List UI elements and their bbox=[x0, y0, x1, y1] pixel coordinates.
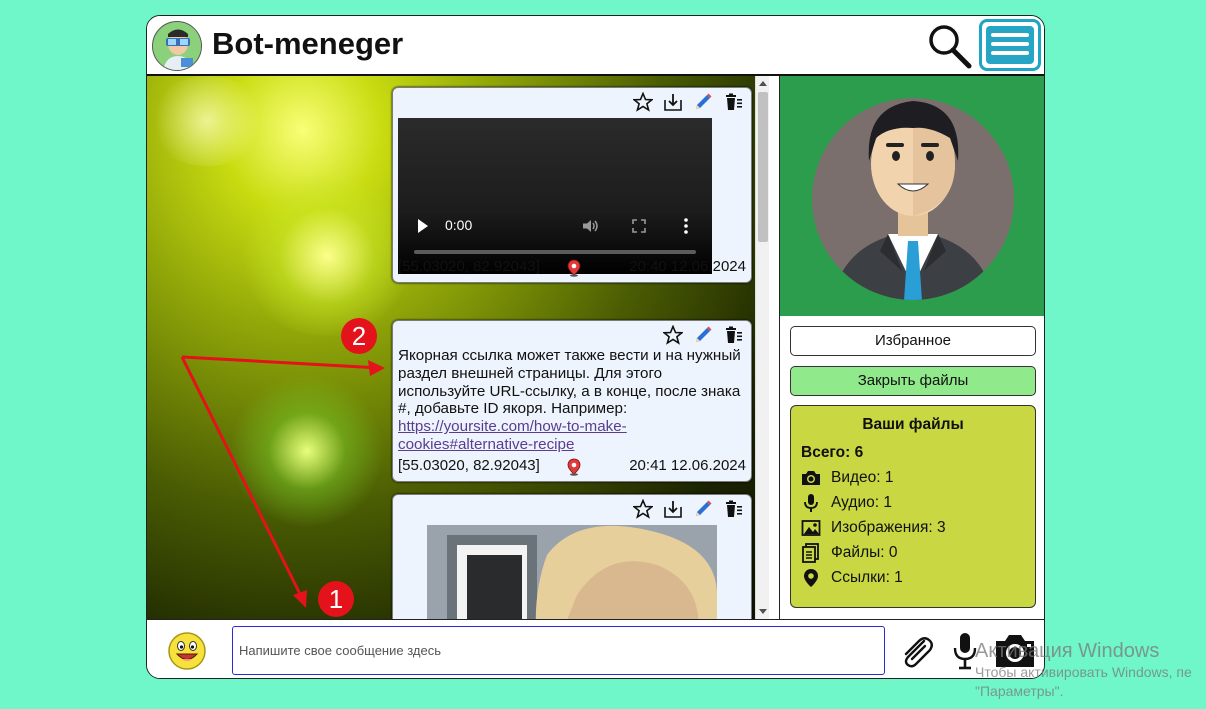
annotation-number-1: 1 bbox=[318, 581, 354, 617]
star-icon[interactable] bbox=[632, 91, 654, 112]
hamburger-menu-icon[interactable] bbox=[979, 19, 1041, 71]
files-title: Ваши файлы bbox=[862, 416, 964, 433]
message-timestamp: 20:41 12.06.2024 bbox=[629, 457, 746, 474]
video-progress-bar[interactable] bbox=[414, 250, 696, 254]
scroll-down-arrow-icon[interactable] bbox=[759, 609, 767, 614]
message-toolbar bbox=[632, 498, 743, 519]
annotation-number-2: 2 bbox=[341, 318, 377, 354]
pencil-icon[interactable] bbox=[693, 92, 713, 112]
volume-icon[interactable] bbox=[582, 219, 600, 233]
files-summary: Ваши файлы Всего: 6 Видео: 1 Аудио: 1 Из… bbox=[790, 405, 1036, 608]
message-video: 0:00 [55.03020, 82.92043] 20:40 12.06.20… bbox=[392, 87, 752, 283]
image-icon bbox=[801, 518, 821, 538]
trash-icon[interactable] bbox=[723, 325, 743, 345]
more-options-icon[interactable] bbox=[684, 218, 688, 234]
scrollbar-thumb[interactable] bbox=[758, 92, 768, 242]
header: Bot-meneger bbox=[147, 16, 1044, 76]
files-row-label: Видео: 1 bbox=[831, 469, 894, 486]
message-coords: [55.03020, 82.92043] bbox=[398, 258, 540, 275]
message-footer: [55.03020, 82.92043] 20:40 12.06.2024 bbox=[398, 258, 746, 278]
favorites-button[interactable]: Избранное bbox=[790, 326, 1036, 356]
chat-area[interactable]: 0:00 [55.03020, 82.92043] 20:40 12.06.20… bbox=[147, 76, 769, 619]
message-body: Якорная ссылка может также вести и на ну… bbox=[398, 347, 748, 454]
windows-watermark-title: Активация Windows bbox=[975, 640, 1160, 662]
location-pin-icon bbox=[801, 568, 821, 588]
download-icon[interactable] bbox=[663, 499, 683, 519]
message-toolbar bbox=[632, 91, 743, 112]
message-toolbar bbox=[662, 324, 743, 345]
trash-icon[interactable] bbox=[723, 499, 743, 519]
play-icon[interactable] bbox=[418, 219, 428, 233]
star-icon[interactable] bbox=[632, 498, 654, 519]
trash-icon[interactable] bbox=[723, 92, 743, 112]
download-icon[interactable] bbox=[663, 92, 683, 112]
message-input[interactable] bbox=[232, 626, 885, 675]
files-row-label: Файлы: 0 bbox=[831, 544, 898, 561]
location-pin-icon[interactable] bbox=[566, 259, 582, 277]
background-glow bbox=[147, 76, 267, 166]
message-text: Якорная ссылка может также вести и на ну… bbox=[392, 320, 752, 482]
emoji-icon[interactable] bbox=[167, 631, 207, 671]
files-row-label: Ссылки: 1 bbox=[831, 569, 903, 586]
background-glow bbox=[227, 376, 387, 526]
files-total: Всего: 6 bbox=[801, 444, 864, 461]
fullscreen-icon[interactable] bbox=[632, 219, 646, 233]
app-window: Bot-meneger 0:00 [55.03020, 82.92043] 20… bbox=[146, 15, 1045, 679]
microphone-icon bbox=[801, 493, 821, 513]
app-title: Bot-meneger bbox=[212, 26, 404, 61]
close-files-button[interactable]: Закрыть файлы bbox=[790, 366, 1036, 396]
star-icon[interactable] bbox=[662, 324, 684, 345]
message-footer: [55.03020, 82.92043] 20:41 12.06.2024 bbox=[398, 457, 746, 477]
video-player[interactable]: 0:00 bbox=[398, 118, 712, 274]
camera-icon bbox=[801, 468, 821, 488]
files-row-label: Аудио: 1 bbox=[831, 494, 892, 511]
message-body-text: Якорная ссылка может также вести и на ну… bbox=[398, 347, 741, 418]
message-link[interactable]: https://yoursite.com/how-to-make-cookies… bbox=[398, 418, 748, 454]
paperclip-icon[interactable] bbox=[897, 632, 937, 672]
pencil-icon[interactable] bbox=[693, 325, 713, 345]
message-timestamp: 20:40 12.06.2024 bbox=[629, 258, 746, 275]
background-glow bbox=[237, 176, 417, 336]
files-row-label: Изображения: 3 bbox=[831, 519, 946, 536]
message-image bbox=[392, 494, 752, 619]
windows-watermark-text-2: "Параметры". bbox=[975, 683, 1064, 699]
location-pin-icon[interactable] bbox=[566, 458, 582, 476]
bot-avatar-icon[interactable] bbox=[152, 21, 202, 71]
microphone-icon[interactable] bbox=[953, 632, 977, 670]
pencil-icon[interactable] bbox=[693, 499, 713, 519]
composer-bar bbox=[147, 619, 1044, 678]
chat-scrollbar[interactable] bbox=[755, 76, 769, 619]
message-photo[interactable] bbox=[427, 525, 717, 619]
windows-watermark-text: Чтобы активировать Windows, пе bbox=[975, 664, 1192, 680]
document-icon bbox=[801, 543, 821, 563]
scroll-up-arrow-icon[interactable] bbox=[759, 81, 767, 86]
avatar bbox=[780, 76, 1044, 316]
magnifier-icon[interactable] bbox=[925, 22, 973, 70]
side-panel: Избранное Закрыть файлы Ваши файлы Всего… bbox=[779, 76, 1044, 619]
video-time: 0:00 bbox=[445, 217, 473, 233]
message-coords: [55.03020, 82.92043] bbox=[398, 457, 540, 474]
